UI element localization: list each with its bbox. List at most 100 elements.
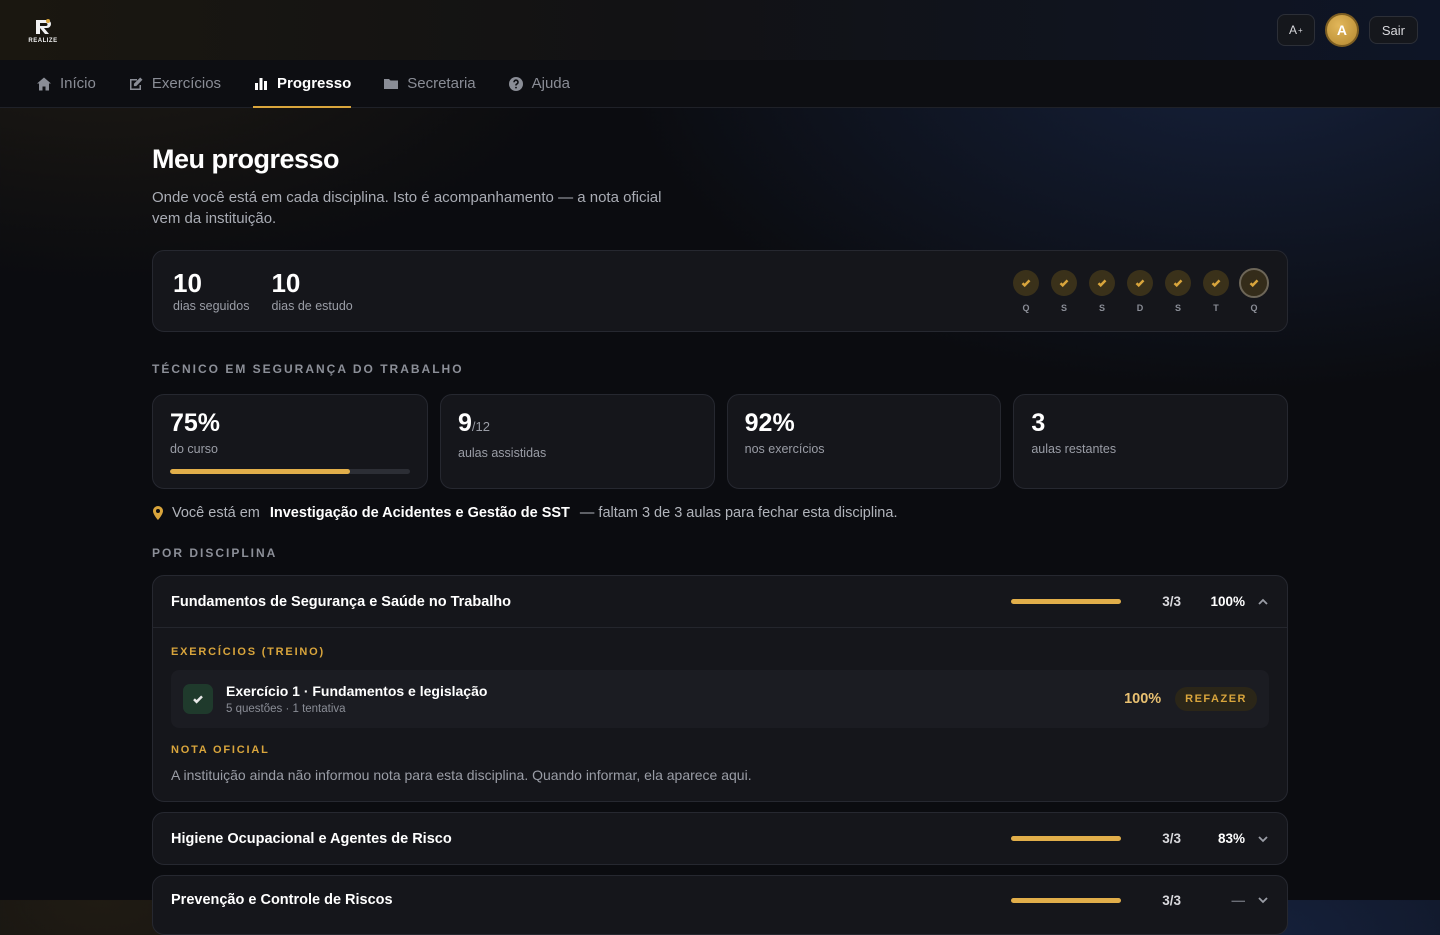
kpi-value: 9/12 [458,409,697,441]
kpi-label: do curso [170,442,218,456]
where-prefix: Você está em [172,505,260,521]
day-item: D [1127,269,1153,313]
accordion-header[interactable]: Prevenção e Controle de Riscos 3/3 — [153,876,1287,924]
kpi-label: aulas assistidas [458,446,547,460]
nav-item-ajuda[interactable]: Ajuda [508,60,570,107]
font-size-button[interactable]: A + [1276,14,1315,46]
main-nav: Início Exercícios Progresso Secretaria A… [0,60,1440,108]
brand-logo[interactable]: REALIZE [26,17,60,44]
bar-chart-icon [255,77,268,90]
folder-icon [384,78,399,89]
day-item: S [1051,269,1077,313]
day-label: Q [1022,302,1030,313]
chevron-down-icon[interactable] [1257,894,1269,906]
redo-button[interactable]: REFAZER [1175,687,1257,711]
exercise-title: Exercício 1 · Fundamentos e legislação [226,683,488,699]
day-label: S [1174,302,1181,313]
nav-item-secretaria[interactable]: Secretaria [383,60,476,107]
logo-mark-icon [32,17,54,37]
font-size-plus: + [1298,25,1303,35]
page-subtitle: Onde você está em cada disciplina. Isto … [152,189,662,227]
discipline-percent: 100% [1210,594,1245,609]
nav-label: Ajuda [531,75,570,92]
course-name: TÉCNICO EM SEGURANÇA DO TRABALHO [152,362,464,376]
nav-item-inicio[interactable]: Início [36,60,96,107]
streak-stat: 10 dias seguidos [173,269,249,313]
where-suffix: — faltam 3 de 3 aulas para fechar esta d… [579,505,898,521]
chevron-down-icon[interactable] [1257,833,1269,845]
discipline-accordion: Higiene Ocupacional e Agentes de Risco 3… [152,812,1288,865]
page-title: Meu progresso [152,144,340,174]
accordion-header[interactable]: Higiene Ocupacional e Agentes de Risco 3… [153,813,1287,864]
kpi-label: nos exercícios [744,442,825,456]
day-label: Q [1250,302,1258,313]
nav-label: Exercícios [151,75,222,92]
kpi-label: aulas restantes [1031,442,1117,456]
discipline-count: 3/3 [1162,594,1181,609]
discipline-count: 3/3 [1162,831,1181,846]
day-item: S [1089,269,1115,313]
day-label: D [1136,302,1144,313]
lessons-total: /12 [471,419,490,434]
course-kpis: 75% do curso 9/12 aulas assistidas 92% n… [152,394,1288,489]
logo-text: REALIZE [28,37,58,44]
progress-fill [1011,599,1121,604]
discipline-percent: — [1231,892,1246,908]
help-icon [508,76,523,91]
discipline-progress-bar [1011,897,1121,903]
days-streak-value: 10 [173,268,202,298]
check-icon [1051,269,1077,296]
kpi-value: 92% [744,409,795,437]
streak-card: 10 dias seguidos 10 dias de estudo Q S S… [152,250,1288,332]
study-days-label: dias de estudo [271,299,353,313]
discipline-title: Higiene Ocupacional e Agentes de Risco [171,830,452,847]
nav-label: Secretaria [407,75,476,92]
check-icon [183,684,213,714]
lessons-done: 9 [458,409,472,437]
kpi-value: 75% [170,409,221,437]
home-icon [37,77,51,90]
check-icon [1089,269,1115,296]
progress-fill [1011,836,1121,841]
day-label: T [1213,302,1219,313]
day-item-today: Q [1239,267,1269,313]
top-bar: REALIZE A + A Sair [0,0,1440,60]
avatar[interactable]: A [1324,13,1359,47]
discipline-title: Prevenção e Controle de Riscos [171,892,393,908]
day-label: S [1098,302,1105,313]
kpi-lessons: 9/12 aulas assistidas [440,394,715,489]
day-label: S [1060,302,1067,313]
nav-label: Início [60,75,96,92]
day-item: Q [1013,269,1039,313]
check-icon [1013,269,1039,296]
nav-item-progresso[interactable]: Progresso [253,60,352,108]
font-size-label: A [1289,23,1298,37]
accordion-body: EXERCÍCIOS (TREINO) Exercício 1 · Fundam… [153,627,1287,801]
current-location: Você está em Investigação de Acidentes e… [152,505,1288,521]
day-item: T [1203,269,1229,313]
accordion-header[interactable]: Fundamentos de Segurança e Saúde no Trab… [153,576,1287,627]
discipline-accordion: Prevenção e Controle de Riscos 3/3 — [152,875,1288,935]
map-pin-icon [153,506,163,520]
chevron-up-icon[interactable] [1257,596,1269,608]
check-icon [1239,267,1269,298]
discipline-progress-bar [1011,599,1121,604]
discipline-percent: 83% [1217,831,1245,846]
study-days-value: 10 [271,268,301,298]
course-progress-bar [170,469,410,474]
discipline-progress-bar [1011,836,1121,841]
logout-button[interactable]: Sair [1368,16,1418,44]
official-grade-heading: NOTA OFICIAL [171,744,270,756]
check-icon [1165,269,1191,296]
discipline-count: 3/3 [1162,892,1181,908]
exercise-meta: 5 questões · 1 tentativa [226,703,346,715]
check-icon [1203,269,1229,296]
day-item: S [1165,269,1191,313]
progress-fill [170,469,350,474]
nav-label: Progresso [277,75,352,92]
kpi-remaining: 3 aulas restantes [1013,394,1288,489]
nav-item-exercicios[interactable]: Exercícios [128,60,221,107]
discipline-accordion: Fundamentos de Segurança e Saúde no Trab… [152,575,1288,802]
week-days: Q S S D S T Q [1013,267,1269,313]
study-days-stat: 10 dias de estudo [271,269,352,313]
